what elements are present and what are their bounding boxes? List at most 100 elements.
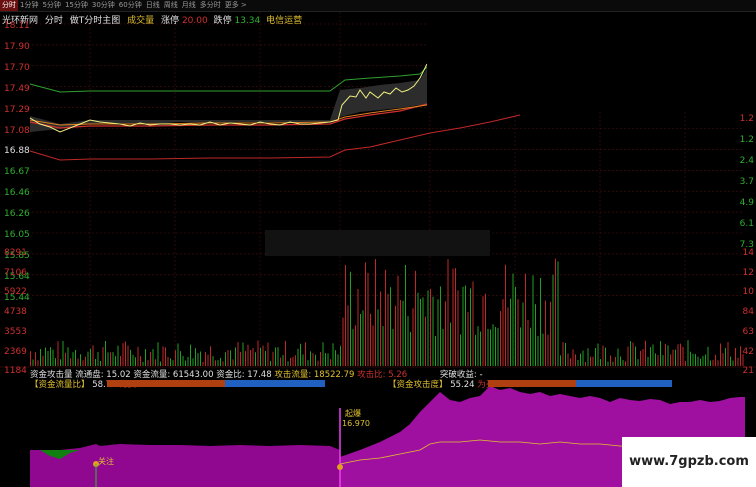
- volume-bar: [520, 327, 521, 366]
- volume-bar: [667, 345, 669, 366]
- volume-bar: [612, 361, 614, 366]
- volume-bar: [340, 345, 341, 366]
- volume-bar: [147, 360, 149, 366]
- volume-bar: [542, 333, 544, 366]
- period-tab[interactable]: 1分钟: [18, 0, 40, 11]
- volume-tick: 2369: [4, 346, 27, 357]
- volume-bar: [287, 361, 289, 366]
- volume-bar: [382, 326, 384, 366]
- volume-bar: [572, 349, 574, 366]
- volume-bar: [110, 352, 111, 366]
- period-tab[interactable]: 周线: [162, 0, 180, 11]
- volume-bar: [55, 358, 56, 366]
- volume-bar: [377, 309, 379, 366]
- volume-bar: [107, 352, 109, 366]
- volume-bar: [35, 352, 36, 366]
- pct-tick: 3.7: [739, 177, 754, 187]
- volume-bar: [547, 334, 549, 366]
- volume-bar: [647, 356, 649, 366]
- flow-label: 资金流量:: [133, 370, 171, 380]
- volume-bar: [587, 348, 589, 366]
- period-tab[interactable]: 5分钟: [40, 0, 62, 11]
- volume-bar: [432, 296, 434, 366]
- volume-bar: [440, 286, 441, 366]
- volume-bar: [297, 348, 299, 366]
- period-tab[interactable]: 日线: [144, 0, 162, 11]
- volume-bar: [152, 349, 154, 366]
- pct-tick: 2.4: [739, 156, 754, 166]
- volume-bar: [532, 275, 534, 366]
- period-tab[interactable]: 更多 >: [223, 0, 249, 11]
- volume-bar: [577, 359, 579, 366]
- volume-bar: [90, 348, 91, 366]
- period-tab[interactable]: 分时: [0, 0, 18, 11]
- volume-bar: [252, 348, 254, 366]
- volume-tick: 8291: [4, 248, 27, 258]
- volume-bar: [350, 271, 351, 366]
- volume-bar: [162, 346, 164, 366]
- price-tick: 16.26: [4, 209, 30, 220]
- volume-bar: [690, 351, 691, 366]
- volume-bar: [462, 286, 464, 366]
- volume-bar: [125, 341, 126, 366]
- volume-bar: [160, 361, 161, 366]
- volume-bar: [665, 343, 666, 366]
- period-tab[interactable]: 月线: [180, 0, 198, 11]
- period-tab[interactable]: 30分钟: [90, 0, 117, 11]
- volume-bar: [267, 342, 269, 366]
- volume-bar: [482, 296, 484, 366]
- price-tick: 17.49: [4, 83, 30, 94]
- volume-bar: [397, 275, 399, 366]
- volume-bar: [617, 348, 619, 366]
- volume-bar: [452, 268, 454, 366]
- intraday-chart[interactable]: [0, 12, 756, 487]
- ratio-label: 资金比:: [216, 370, 245, 380]
- watch-annotation: 关注: [98, 457, 114, 466]
- volume-bar: [250, 350, 251, 366]
- volume-bar: [312, 353, 314, 366]
- period-tab[interactable]: 15分钟: [63, 0, 90, 11]
- volume-bar: [480, 331, 481, 366]
- volume-bar: [460, 334, 461, 366]
- volume-bar: [32, 359, 34, 366]
- sector-label[interactable]: 电信运营: [266, 16, 302, 26]
- period-toolbar: 分时 1分钟 5分钟 15分钟 30分钟 60分钟 日线 周线 月线 多分时 更多 >: [0, 0, 756, 12]
- volume-tick: 7106: [4, 267, 27, 278]
- mode-label-b[interactable]: 做T分时主图: [70, 16, 121, 26]
- volume-bar: [230, 350, 231, 366]
- volume-bar: [95, 359, 96, 366]
- volume-bar: [172, 360, 174, 366]
- volume-bar: [695, 354, 696, 366]
- period-tab[interactable]: 60分钟: [117, 0, 144, 11]
- limit-down-label: 跌停: [213, 16, 232, 26]
- volume-bar: [242, 342, 244, 366]
- volume-bar: [470, 288, 471, 366]
- volume-bar: [67, 347, 69, 366]
- volume-bar: [87, 351, 89, 366]
- volume-bar: [417, 292, 419, 366]
- price-tick: 17.29: [4, 104, 30, 115]
- volume-bar: [70, 358, 71, 366]
- volume-bar: [295, 355, 296, 366]
- volume-bar: [200, 351, 201, 366]
- volume-bar: [222, 361, 224, 366]
- volume-bar: [512, 273, 514, 366]
- volume-bar: [455, 268, 456, 366]
- volume-bar: [447, 259, 449, 366]
- mode-label-a[interactable]: 分时: [45, 16, 63, 26]
- volume-bar: [300, 343, 301, 366]
- volume-bar: [692, 353, 694, 366]
- volume-bar: [495, 326, 496, 366]
- volume-bar: [632, 342, 634, 366]
- volume-tick-right: 42: [742, 346, 754, 357]
- volume-bar: [132, 354, 134, 366]
- volume-bar: [165, 347, 166, 366]
- volume-bar: [112, 352, 114, 366]
- volume-bar: [435, 335, 436, 366]
- volume-bar: [380, 291, 381, 366]
- volume-bar: [212, 356, 214, 366]
- period-tab[interactable]: 多分时: [198, 0, 223, 11]
- volume-bar: [217, 360, 219, 366]
- volume-bar: [245, 351, 246, 366]
- volume-bar: [37, 360, 39, 366]
